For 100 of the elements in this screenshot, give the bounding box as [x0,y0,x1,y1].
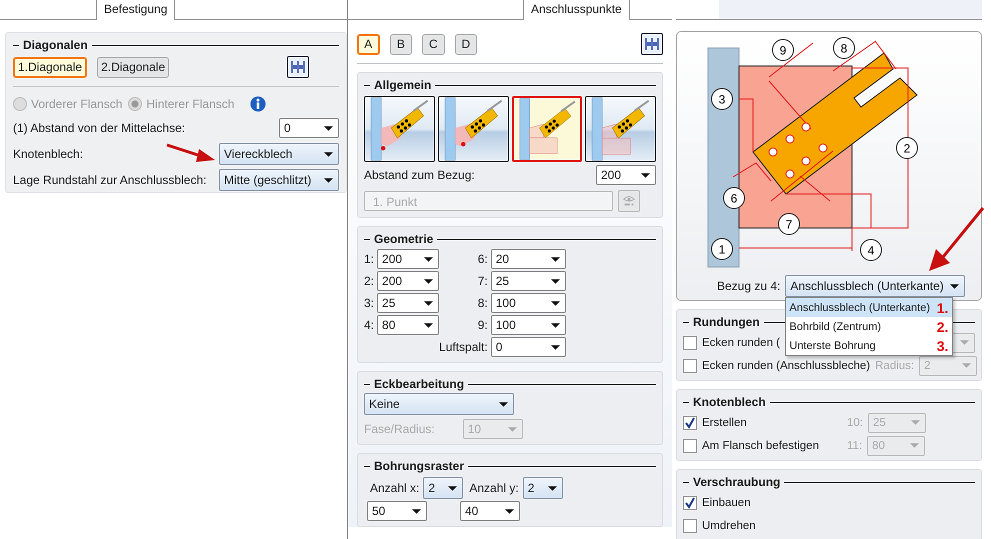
annotation-number: 1. [936,300,948,316]
caret-icon [641,172,650,178]
dropdown[interactable]: Mitte (geschlitzt) [219,169,339,191]
caret-icon [910,443,920,448]
diagonal-tab[interactable]: 2.Diagonale [97,56,170,78]
caret-icon [424,300,434,306]
field-label: 8: [478,296,488,310]
variant-button[interactable] [364,96,435,162]
group-title: Diagonalen [23,38,88,52]
dropdown-option[interactable]: Unterste Bohrung 3. [786,336,952,355]
checkbox[interactable] [683,336,697,350]
dropdown[interactable]: 20 [490,249,566,269]
point-tab[interactable]: C [422,34,445,54]
field-label: Lage Rundstahl zur Anschlussblech: [13,173,206,187]
dropdown[interactable]: 200 [377,249,440,269]
checkbox-label: Ecken runden ( [702,336,780,348]
dropdown-option[interactable]: Anschlussblech (Unterkante) 1. [786,298,952,317]
caret-icon [550,322,560,328]
field-label: 9: [478,318,488,332]
field-label: Radius: [875,360,914,372]
caret-icon [424,278,434,284]
callout: 1 [711,238,733,260]
caret-icon [550,300,560,306]
field-label: Fase/Radius: [364,422,435,436]
radio-label: Hinterer Flansch [146,97,234,111]
caret-icon [508,426,517,432]
field-label: Abstand zum Bezug: [364,168,475,182]
dropdown-option[interactable]: Bohrbild (Zentrum) 2. [786,317,952,336]
checkbox-label: Erstellen [702,416,748,428]
eye-icon [621,194,637,208]
checkbox[interactable] [683,496,697,510]
callout: 9 [772,39,794,61]
callout: 2 [896,137,918,159]
caret-icon [550,344,560,350]
caret-icon [324,178,333,182]
group-title: Eckbearbeitung [374,377,464,391]
field-label: 11: [847,440,862,452]
checkbox[interactable] [683,358,697,372]
annotation-number: 3. [936,338,948,354]
align-button[interactable] [641,33,664,55]
dropdown[interactable]: 40 [460,501,520,521]
variant-button[interactable] [585,96,656,162]
callout: 3 [711,88,733,110]
field-label: (1) Abstand von der Mittelachse: [13,121,186,135]
point-tab[interactable]: A [357,34,380,54]
point-tab[interactable]: D [454,34,478,54]
caret-icon [324,126,333,130]
field-label: Knotenblech: [13,147,84,161]
caret-icon [962,363,972,368]
diagonal-tab[interactable]: 1.Diagonale [13,56,88,78]
checkbox[interactable] [683,518,697,532]
callout: 7 [778,213,800,235]
dropdown[interactable]: 100 [490,293,566,313]
checkbox[interactable] [683,416,697,430]
caret-icon [960,340,969,345]
tab[interactable]: Anschlusspunkte [523,0,630,20]
caret-icon [911,420,920,425]
checkbox[interactable] [683,438,697,452]
field-label: 10: [847,416,863,428]
group-title: Bohrungsraster [374,459,464,473]
field-label: 2: [364,274,374,288]
connection-icon [586,97,655,161]
caret-icon [324,152,333,156]
dropdown[interactable]: 200 [596,165,656,185]
dropdown[interactable]: Viereckblech [219,143,339,165]
checkbox-label: Umdrehen [702,520,756,532]
caret-icon [448,486,458,490]
dropdown[interactable]: 0 [279,118,339,138]
dropdown[interactable]: 100 [490,315,566,335]
caret-icon [550,256,560,262]
field-label: Anzahl x: [370,481,420,495]
dropdown[interactable]: Anschlussblech (Unterkante) [785,275,966,297]
group-title: Geometrie [374,232,434,246]
connection-icon [365,97,434,161]
caret-icon [505,508,514,514]
dropdown[interactable]: 50 [367,501,427,521]
point-tab[interactable]: B [390,34,412,54]
tab[interactable]: Befestigung [96,0,176,20]
dropdown[interactable]: 25 [490,271,566,291]
caret-icon [499,402,508,406]
align-button[interactable] [287,56,310,78]
variant-button[interactable] [438,96,508,162]
group-title: Allgemein [374,78,432,92]
dropdown[interactable]: 2 [423,477,464,499]
dropdown[interactable]: Keine [364,393,514,415]
field-label: 6: [478,252,488,266]
info-icon[interactable] [250,96,266,112]
checkbox-label: Einbauen [702,496,751,508]
dropdown[interactable]: 2 [522,477,563,499]
dropdown[interactable]: 25 [377,293,440,313]
field-label: Luftspalt: [439,340,488,354]
dropdown[interactable]: 200 [377,271,440,291]
dropdown[interactable]: 80 [377,315,440,335]
field-label: 7: [478,274,488,288]
connection-icon [514,98,580,160]
caret-icon [548,486,557,490]
field-label: Bezug zu 4: [717,279,780,293]
caret-icon [550,278,560,284]
field-label: 1: [364,252,374,266]
dropdown[interactable]: 0 [490,337,566,357]
